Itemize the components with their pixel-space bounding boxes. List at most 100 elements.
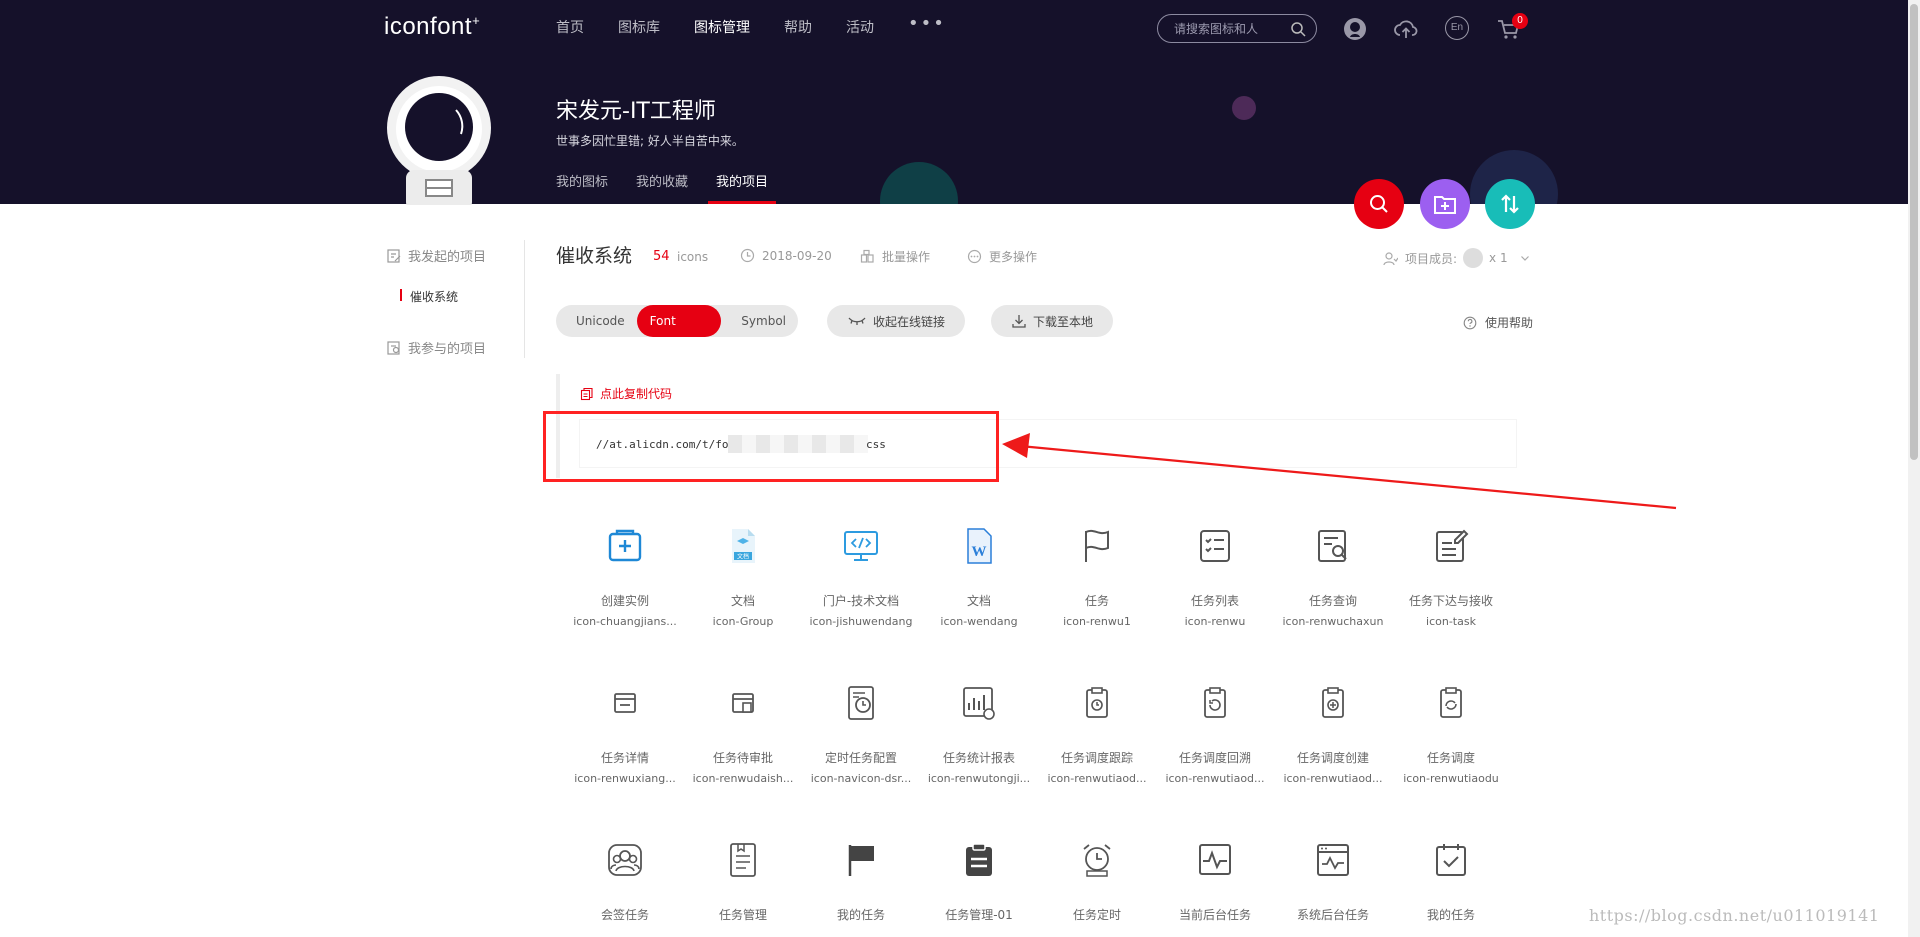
icon-card[interactable]: 创建实例 icon-chuangjians... [566,526,684,628]
icon-card[interactable]: 任务 icon-renwu1 [1038,526,1156,628]
search-box[interactable] [1157,14,1317,43]
schedule-create-icon [1322,687,1344,718]
schedule-track-icon [1086,687,1108,718]
format-fontclass-tab[interactable]: Font class [636,305,722,360]
icon-card[interactable]: 任务查询 icon-renwuchaxun [1274,526,1392,628]
icon-card[interactable]: 任务管理-01 [920,840,1038,929]
icon-card[interactable]: 当前后台任务 [1156,840,1274,929]
iconfont-logo[interactable]: iconfont+ [384,13,480,41]
icon-card[interactable]: 任务下达与接收 icon-task [1392,526,1510,628]
icon-card[interactable]: 门户-技术文档 icon-jishuwendang [802,526,920,628]
batch-operation-button[interactable]: 批量操作 [860,248,930,265]
icon-card[interactable]: 任务调度跟踪 icon-renwutiaod... [1038,683,1156,785]
language-toggle[interactable]: En [1445,16,1469,40]
help-link[interactable]: 使用帮助 [1463,314,1533,331]
icon-name-cn: 任务调度跟踪 [1060,751,1133,765]
nav-help[interactable]: 帮助 [784,17,812,37]
fab-new-project-button[interactable] [1420,179,1470,229]
icon-name-cn: 定时任务配置 [824,751,897,765]
format-switcher: Unicode Font class Symbol [556,305,798,360]
icon-class-name: icon-renwutongji... [927,772,1031,785]
tab-my-icons[interactable]: 我的图标 [556,171,608,204]
sidebar-joined-projects[interactable]: 我参与的项目 [386,338,486,357]
icon-card[interactable]: 任务定时 [1038,840,1156,929]
icon-card[interactable]: 任务管理 [684,840,802,929]
members-count: x 1 [1489,251,1508,265]
scrollbar-thumb[interactable] [1910,4,1918,460]
page-scrollbar[interactable] [1908,0,1920,937]
nav-icon-library[interactable]: 图标库 [618,17,660,37]
fab-sort-button[interactable] [1485,179,1535,229]
code-monitor-icon [844,531,878,561]
timer-doc-icon [848,686,874,720]
icon-class-name: icon-renwuxiang... [574,772,676,785]
icon-class-name: icon-wendang [940,615,1018,628]
icon-card[interactable]: W 文档 icon-wendang [920,526,1038,628]
icon-class-name: icon-jishuwendang [809,615,913,628]
collapse-link-button[interactable]: 收起在线链接 [827,305,966,337]
nav-home[interactable]: 首页 [556,17,584,37]
document-colored-icon: 文档 [732,529,755,563]
nav-icon-management[interactable]: 图标管理 [694,17,750,37]
icon-card[interactable]: 任务待审批 icon-renwudaish... [684,683,802,785]
icon-name-cn: 任务调度 [1426,751,1475,765]
alarm-clock-icon [1083,844,1111,877]
icon-name-cn: 任务待审批 [712,751,773,765]
more-menu[interactable]: ••• [908,15,946,37]
icon-name-cn: 文档 [730,594,755,608]
sidebar-item-project[interactable]: 催收系统 [399,288,458,305]
icon-class-name: icon-task [1426,615,1476,628]
task-manage-icon [730,843,756,877]
icon-card[interactable]: 任务调度回溯 icon-renwutiaod... [1156,683,1274,785]
download-button[interactable]: 下载至本地 [991,305,1114,337]
icon-class-name: icon-chuangjians... [573,615,677,628]
svg-text:W: W [972,544,987,560]
tab-my-projects[interactable]: 我的项目 [708,171,777,204]
upload-cloud-icon[interactable] [1393,16,1419,42]
member-avatar [1463,248,1484,268]
icon-card[interactable]: 任务调度 icon-renwutiaodu [1392,683,1510,785]
icon-class-name: icon-Group [712,615,774,628]
icon-name-cn: 任务 [1084,594,1109,608]
project-members[interactable]: 项目成员: x 1 [1383,248,1530,268]
icon-card[interactable]: 任务列表 icon-renwu [1156,526,1274,628]
format-unicode-tab[interactable]: Unicode [556,305,637,337]
cart-badge: 0 [1512,13,1528,29]
more-operations-button[interactable]: 更多操作 [967,248,1037,265]
format-symbol-tab[interactable]: Symbol [721,305,798,337]
icon-card[interactable]: 定时任务配置 icon-navicon-dsr... [802,683,920,785]
project-title: 催收系统 [556,245,633,267]
icon-class-name: icon-renwutiaodu [1403,772,1499,785]
system-task-icon [1317,844,1349,876]
folder-add-icon [1434,196,1456,214]
icon-card[interactable]: 任务统计报表 icon-renwutongji... [920,683,1038,785]
icon-card[interactable]: 任务详情 icon-renwuxiang... [566,683,684,785]
icon-card[interactable]: 文档 文档 icon-Group [684,526,802,628]
ellipsis-circle-icon [967,249,982,264]
icon-name-cn: 会签任务 [600,908,649,922]
search-icon [1370,195,1388,213]
download-icon [1012,315,1026,328]
icon-card[interactable]: 任务调度创建 icon-renwutiaod... [1274,683,1392,785]
icon-name-cn: 任务列表 [1190,594,1239,608]
icon-card[interactable]: 会签任务 [566,840,684,929]
nav-activity[interactable]: 活动 [846,17,874,37]
eye-closed-icon [848,317,866,325]
github-icon[interactable] [1342,16,1368,42]
chevron-down-icon [1520,256,1529,261]
icon-card[interactable]: 我的任务 [1392,840,1510,929]
project-date: 2018-09-20 [740,248,832,263]
icon-card[interactable]: 我的任务 [802,840,920,929]
icon-name-cn: 系统后台任务 [1296,908,1369,922]
search-input[interactable] [1174,21,1289,37]
tab-my-favorites[interactable]: 我的收藏 [636,171,688,204]
copy-code-button[interactable]: 点此复制代码 [580,385,672,402]
avatar[interactable] [386,75,492,205]
icon-card[interactable]: 系统后台任务 [1274,840,1392,929]
search-doc-icon [387,341,400,355]
search-icon[interactable] [1290,21,1306,37]
fab-search-button[interactable] [1354,179,1404,229]
sidebar-started-projects[interactable]: 我发起的项目 [386,246,486,265]
icon-name-cn: 门户-技术文档 [822,594,900,608]
icon-count-unit: icons [677,250,709,264]
